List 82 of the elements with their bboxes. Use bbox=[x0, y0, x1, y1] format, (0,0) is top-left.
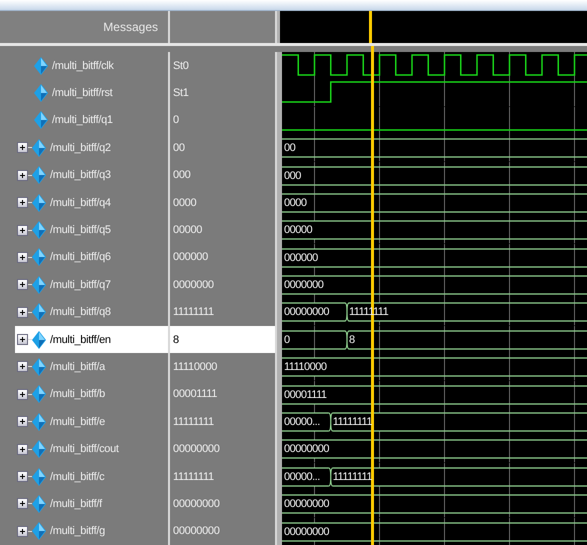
diamond-icon bbox=[32, 440, 46, 458]
diamond-icon bbox=[32, 166, 46, 184]
signal-value-cell: 00 bbox=[170, 134, 277, 162]
diamond-icon bbox=[34, 111, 48, 130]
diamond-icon bbox=[32, 248, 46, 266]
expand-icon[interactable] bbox=[17, 498, 28, 510]
panel-splitter[interactable] bbox=[277, 11, 280, 43]
panel-splitter[interactable] bbox=[277, 52, 282, 80]
signal-value-cell: 00000000 bbox=[170, 518, 277, 545]
bus-value-label: 00001111 bbox=[284, 388, 326, 403]
bus-value-label: 8 bbox=[349, 332, 355, 348]
signal-value-cell: 0000000 bbox=[170, 271, 277, 298]
diamond-icon bbox=[32, 522, 46, 540]
signal-name-cell[interactable]: /multi_bitff/q4 bbox=[15, 188, 170, 216]
signal-value-cell: 000000 bbox=[170, 244, 277, 272]
diamond-icon bbox=[32, 494, 46, 513]
messages-header: Messages bbox=[103, 20, 158, 34]
bus-value-label: 00000... bbox=[284, 415, 320, 430]
bus-value-label: 00 bbox=[284, 141, 296, 156]
signal-value-cell: 8 bbox=[170, 326, 277, 354]
bus-value-label: 11110000 bbox=[284, 360, 326, 376]
signal-name-cell[interactable]: /multi_bitff/q5 bbox=[15, 216, 170, 244]
bus-value-label: 00000000 bbox=[284, 442, 329, 458]
signal-name-cell[interactable]: /multi_bitff/g bbox=[15, 518, 170, 545]
diamond-icon bbox=[32, 412, 46, 431]
expand-icon[interactable] bbox=[17, 361, 28, 372]
signal-name-cell[interactable]: /multi_bitff/q7 bbox=[15, 271, 170, 298]
diamond-icon bbox=[32, 138, 46, 157]
expand-icon[interactable] bbox=[17, 526, 28, 537]
signal-value-cell: 00000000 bbox=[170, 435, 277, 463]
expand-icon[interactable] bbox=[17, 471, 28, 482]
bus-value-label: 00000 bbox=[284, 223, 312, 238]
expand-icon[interactable] bbox=[17, 334, 28, 346]
diamond-icon bbox=[32, 221, 46, 239]
bus-value-label: 0000000 bbox=[284, 278, 324, 294]
signal-name-cell[interactable]: /multi_bitff/q3 bbox=[15, 162, 170, 189]
bus-value-label: 00000000 bbox=[284, 524, 329, 540]
bus-value-label: 0000 bbox=[284, 196, 306, 211]
expand-icon[interactable] bbox=[17, 252, 28, 263]
expand-icon[interactable] bbox=[17, 388, 28, 400]
bus-value-label: 00000000 bbox=[284, 305, 329, 320]
bus-value-label: 00000000 bbox=[284, 497, 329, 512]
signal-name-cell[interactable]: /multi_bitff/a bbox=[15, 353, 170, 381]
signal-value-cell: 00000000 bbox=[170, 490, 277, 518]
signal-name-cell[interactable]: /multi_bitff/cout bbox=[15, 435, 170, 463]
expand-icon[interactable] bbox=[17, 279, 28, 290]
signal-value-cell: 0 bbox=[170, 106, 277, 134]
expand-icon[interactable] bbox=[17, 444, 28, 455]
signal-value-cell: 00001111 bbox=[170, 380, 277, 408]
signal-value-cell: 000 bbox=[170, 162, 277, 189]
bus-value-label: 00000... bbox=[284, 470, 320, 485]
diamond-icon bbox=[34, 56, 48, 75]
diamond-icon bbox=[32, 358, 46, 376]
diamond-icon bbox=[32, 385, 46, 404]
signal-name-cell[interactable]: /multi_bitff/f bbox=[15, 490, 170, 518]
expand-icon[interactable] bbox=[17, 170, 28, 181]
diamond-icon bbox=[32, 194, 46, 212]
diamond-icon bbox=[32, 468, 46, 486]
signal-value-cell: 00000 bbox=[170, 216, 277, 244]
grid-line bbox=[314, 540, 315, 545]
signal-name-cell[interactable]: /multi_bitff/e bbox=[15, 408, 170, 436]
bus-value-label: 000000 bbox=[284, 250, 318, 266]
signal-name-cell[interactable]: /multi_bitff/q8 bbox=[15, 298, 170, 326]
expand-icon[interactable] bbox=[17, 416, 28, 428]
signal-name-cell[interactable]: /multi_bitff/en bbox=[15, 326, 170, 354]
diamond-icon bbox=[34, 84, 48, 102]
expand-icon[interactable] bbox=[17, 142, 28, 154]
signal-value-cell: 0000 bbox=[170, 188, 277, 216]
expand-icon[interactable] bbox=[17, 306, 28, 318]
signal-name-cell[interactable]: /multi_bitff/q2 bbox=[15, 134, 170, 162]
bus-value-label: 0 bbox=[284, 332, 290, 348]
panel-splitter[interactable] bbox=[277, 518, 282, 545]
signal-name-cell[interactable]: /multi_bitff/q6 bbox=[15, 244, 170, 272]
signal-name-cell[interactable]: /multi_bitff/b bbox=[15, 380, 170, 408]
time-cursor[interactable] bbox=[369, 11, 372, 43]
expand-icon[interactable] bbox=[17, 224, 28, 236]
bus-value-label: 000 bbox=[284, 168, 301, 184]
diamond-icon bbox=[32, 276, 46, 294]
diamond-icon bbox=[32, 303, 46, 322]
signal-name-cell[interactable]: /multi_bitff/c bbox=[15, 462, 170, 490]
diamond-icon bbox=[32, 330, 46, 349]
expand-icon[interactable] bbox=[17, 197, 28, 208]
